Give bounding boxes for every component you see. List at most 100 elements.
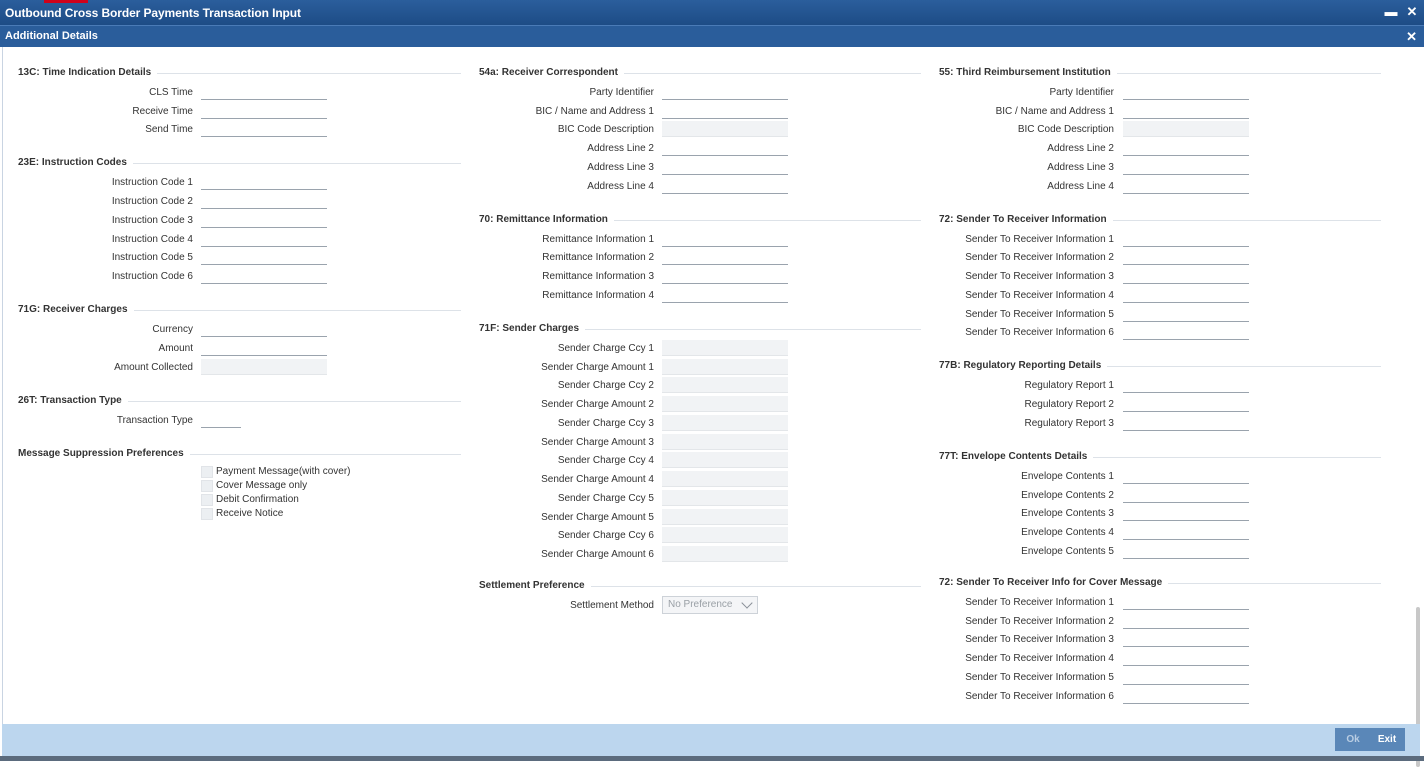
str-info-2-input[interactable] — [1123, 249, 1249, 265]
field-label: Address Line 2 — [1047, 143, 1114, 154]
field-label: BIC / Name and Address 1 — [535, 106, 654, 117]
transaction-type-input[interactable] — [201, 412, 241, 428]
field-label: Receive Time — [132, 106, 193, 117]
envelope-contents-4-input[interactable] — [1123, 524, 1249, 540]
section-title: 70: Remittance Information — [479, 214, 614, 225]
str-info-5-input[interactable] — [1123, 306, 1249, 322]
field-label: Instruction Code 1 — [111, 177, 193, 188]
field-label: Amount — [158, 343, 193, 354]
minimize-icon[interactable]: ▬ — [1384, 5, 1398, 19]
rc-bic-description-input — [662, 121, 788, 137]
field-label: Currency — [152, 324, 193, 335]
instruction-code-1-input[interactable] — [201, 174, 327, 190]
field-label: BIC Code Description — [557, 124, 654, 135]
field-label: Send Time — [145, 124, 193, 135]
field-label: Address Line 3 — [587, 162, 654, 173]
str-info-4-input[interactable] — [1123, 287, 1249, 303]
cover-info-1-input[interactable] — [1123, 594, 1249, 610]
str-info-3-input[interactable] — [1123, 268, 1249, 284]
field-label: Sender To Receiver Information 6 — [965, 327, 1114, 338]
remittance-info-4-input[interactable] — [662, 287, 788, 303]
settlement-method-select[interactable]: No Preference — [662, 596, 758, 614]
field-label: Regulatory Report 2 — [1024, 399, 1115, 410]
cover-info-6-input[interactable] — [1123, 688, 1249, 704]
section-title: Settlement Preference — [479, 580, 591, 591]
sender-charge-ccy-2-input — [662, 377, 788, 393]
chevron-down-icon — [741, 597, 753, 609]
str-info-1-input[interactable] — [1123, 231, 1249, 247]
section-title: 71F: Sender Charges — [479, 323, 586, 334]
field-label: Sender Charge Ccy 2 — [557, 380, 654, 391]
field-label: Sender To Receiver Information 5 — [965, 672, 1114, 683]
rc-party-identifier-input[interactable] — [662, 84, 788, 100]
field-label: Sender Charge Amount 5 — [541, 512, 654, 523]
close-window-icon[interactable]: ✕ — [1405, 5, 1419, 19]
field-label: Sender Charge Ccy 1 — [557, 343, 654, 354]
field-label: Party Identifier — [1049, 87, 1114, 98]
cover-info-3-input[interactable] — [1123, 631, 1249, 647]
regulatory-report-2-input[interactable] — [1123, 396, 1249, 412]
remittance-info-1-input[interactable] — [662, 231, 788, 247]
regulatory-report-3-input[interactable] — [1123, 415, 1249, 431]
cover-info-2-input[interactable] — [1123, 613, 1249, 629]
field-label: Regulatory Report 1 — [1024, 380, 1115, 391]
rc-bic-name-input[interactable] — [662, 103, 788, 119]
sender-charge-amount-3-input — [662, 434, 788, 450]
cover-info-4-input[interactable] — [1123, 650, 1249, 666]
rc-address-line-2-input[interactable] — [662, 140, 788, 156]
exit-button[interactable]: Exit — [1369, 728, 1405, 751]
instruction-code-3-input[interactable] — [201, 212, 327, 228]
envelope-contents-1-input[interactable] — [1123, 468, 1249, 484]
envelope-contents-2-input[interactable] — [1123, 487, 1249, 503]
envelope-contents-5-input[interactable] — [1123, 543, 1249, 559]
instruction-code-4-input[interactable] — [201, 231, 327, 247]
send-time-input[interactable] — [201, 121, 327, 137]
cls-time-input[interactable] — [201, 84, 327, 100]
bottom-border — [0, 756, 1424, 761]
cover-info-5-input[interactable] — [1123, 669, 1249, 685]
tri-address-line-2-input[interactable] — [1123, 140, 1249, 156]
tri-party-identifier-input[interactable] — [1123, 84, 1249, 100]
sender-charge-amount-6-input — [662, 546, 788, 562]
field-label: Sender Charge Ccy 5 — [557, 493, 654, 504]
remittance-info-3-input[interactable] — [662, 268, 788, 284]
instruction-code-6-input[interactable] — [201, 268, 327, 284]
section-title: 77T: Envelope Contents Details — [939, 451, 1094, 462]
field-label: Sender Charge Ccy 6 — [557, 530, 654, 541]
field-label: Remittance Information 1 — [542, 234, 654, 245]
window-title: Outbound Cross Border Payments Transacti… — [5, 6, 301, 20]
window-titlebar: Outbound Cross Border Payments Transacti… — [0, 0, 1424, 25]
remittance-info-2-input[interactable] — [662, 249, 788, 265]
field-label: Envelope Contents 1 — [1021, 471, 1114, 482]
field-label: Sender Charge Ccy 3 — [557, 418, 654, 429]
currency-input[interactable] — [201, 321, 327, 337]
receive-time-input[interactable] — [201, 103, 327, 119]
field-label: Amount Collected — [114, 362, 193, 373]
instruction-code-2-input[interactable] — [201, 193, 327, 209]
section-title: 26T: Transaction Type — [18, 395, 128, 406]
tri-bic-name-input[interactable] — [1123, 103, 1249, 119]
str-info-6-input[interactable] — [1123, 324, 1249, 340]
field-label: Party Identifier — [589, 87, 654, 98]
rc-address-line-3-input[interactable] — [662, 159, 788, 175]
section-title: 77B: Regulatory Reporting Details — [939, 360, 1108, 371]
close-dialog-icon[interactable]: ✕ — [1406, 29, 1417, 45]
instruction-code-5-input[interactable] — [201, 249, 327, 265]
tri-address-line-4-input[interactable] — [1123, 178, 1249, 194]
field-label: Envelope Contents 4 — [1021, 527, 1114, 538]
field-label: Regulatory Report 3 — [1024, 418, 1115, 429]
amount-input[interactable] — [201, 340, 327, 356]
ok-button[interactable]: Ok — [1335, 728, 1371, 751]
field-label: Sender To Receiver Information 1 — [965, 234, 1114, 245]
tri-address-line-3-input[interactable] — [1123, 159, 1249, 175]
dialog-header: Additional Details ✕ — [0, 25, 1424, 47]
dialog-footer: Ok Exit — [2, 724, 1420, 756]
envelope-contents-3-input[interactable] — [1123, 505, 1249, 521]
field-label: BIC / Name and Address 1 — [995, 106, 1114, 117]
field-label: Remittance Information 4 — [542, 290, 654, 301]
field-label: Sender To Receiver Information 3 — [965, 634, 1114, 645]
sender-charge-ccy-6-input — [662, 527, 788, 543]
field-label: Address Line 4 — [1047, 181, 1114, 192]
rc-address-line-4-input[interactable] — [662, 178, 788, 194]
regulatory-report-1-input[interactable] — [1123, 377, 1249, 393]
